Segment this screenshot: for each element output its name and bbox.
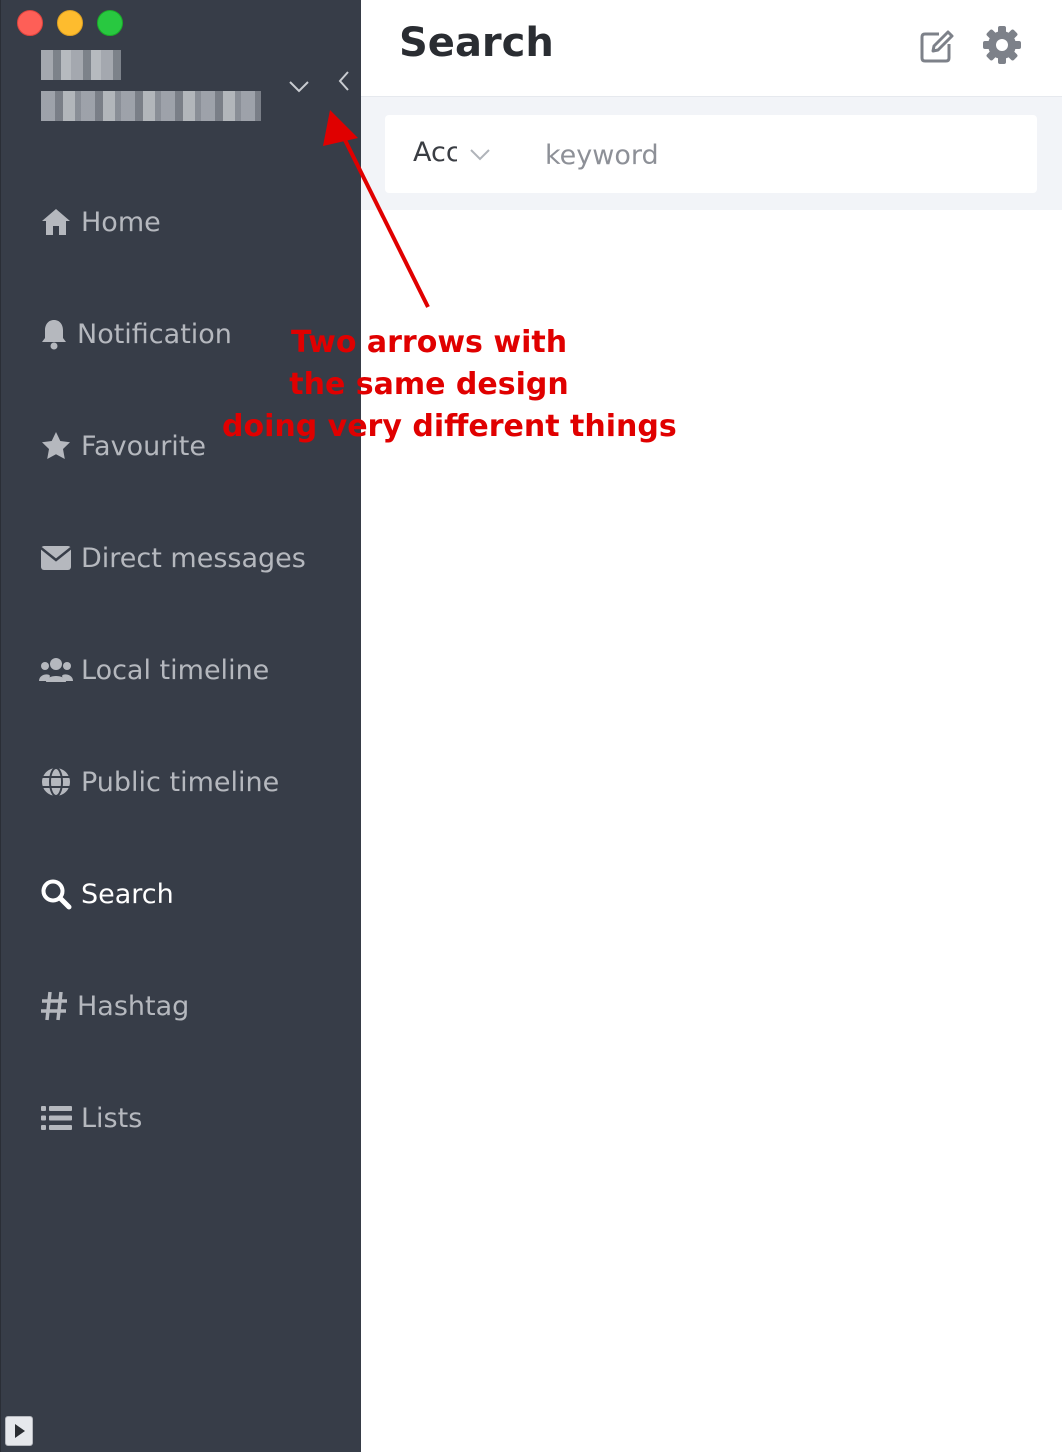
annotation-line: Two arrows with xyxy=(290,325,568,360)
zoom-window-button[interactable] xyxy=(97,10,123,36)
play-icon xyxy=(15,1424,25,1438)
search-type-select[interactable]: Account xyxy=(413,133,523,175)
sidebar-item-search[interactable]: Search xyxy=(39,874,174,914)
chevron-left-icon[interactable] xyxy=(335,68,353,94)
hashtag-icon xyxy=(39,989,69,1023)
annotation-text: Two arrows with the same design doing ve… xyxy=(222,322,677,448)
close-window-button[interactable] xyxy=(17,10,43,36)
sidebar-item-lists[interactable]: Lists xyxy=(39,1098,142,1138)
sidebar-item-public-timeline[interactable]: Public timeline xyxy=(39,762,279,802)
sidebar-item-label: Public timeline xyxy=(81,766,280,798)
annotation-line: the same design xyxy=(289,367,569,402)
search-type-value: Account xyxy=(413,137,457,168)
sidebar-item-label: Direct messages xyxy=(81,542,306,574)
sidebar-item-hashtag[interactable]: Hashtag xyxy=(39,986,189,1026)
chevron-down-icon xyxy=(470,149,490,161)
keyword-input[interactable] xyxy=(543,129,1027,181)
account-name-redacted xyxy=(41,50,121,80)
globe-icon xyxy=(39,765,73,799)
sidebar-item-notification[interactable]: Notification xyxy=(39,314,232,354)
account-domain-redacted xyxy=(41,91,261,121)
users-icon xyxy=(39,653,73,687)
page-title: Search xyxy=(399,20,554,66)
sidebar-item-label: Home xyxy=(81,206,161,238)
minimize-window-button[interactable] xyxy=(57,10,83,36)
chevron-down-icon[interactable] xyxy=(287,74,311,98)
page-header: Search xyxy=(361,0,1062,97)
sidebar: Home Notification Favourite Direct messa… xyxy=(0,0,361,1452)
annotation-line: doing very different things xyxy=(222,409,677,444)
sidebar-item-home[interactable]: Home xyxy=(39,202,161,242)
bell-icon xyxy=(39,317,69,351)
gear-icon[interactable] xyxy=(981,24,1023,66)
sidebar-item-local-timeline[interactable]: Local timeline xyxy=(39,650,269,690)
sidebar-item-label: Hashtag xyxy=(77,990,190,1022)
sidebar-item-label: Local timeline xyxy=(81,654,270,686)
expand-panel-button[interactable] xyxy=(5,1416,33,1446)
sidebar-item-label: Search xyxy=(81,878,174,910)
search-area: Account xyxy=(361,97,1062,210)
sidebar-item-label: Notification xyxy=(77,318,232,350)
sidebar-item-favourite[interactable]: Favourite xyxy=(39,426,206,466)
star-icon xyxy=(39,429,73,463)
sidebar-item-direct-messages[interactable]: Direct messages xyxy=(39,538,306,578)
search-icon xyxy=(39,877,73,911)
search-box: Account xyxy=(385,115,1037,193)
sidebar-item-label: Lists xyxy=(81,1102,143,1134)
sidebar-item-label: Favourite xyxy=(81,430,207,462)
list-icon xyxy=(39,1101,73,1135)
edit-icon[interactable] xyxy=(917,26,957,66)
home-icon xyxy=(39,205,73,239)
envelope-icon xyxy=(39,541,73,575)
